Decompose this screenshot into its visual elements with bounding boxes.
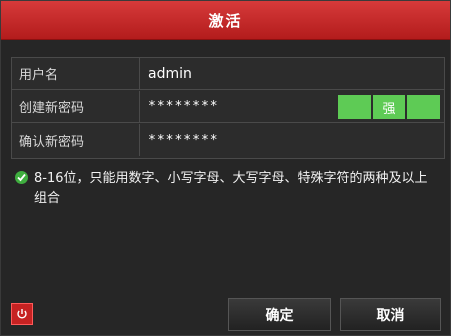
password-hint-text: 8-16位，只能用数字、小写字母、大写字母、特殊字符的两种及以上组合 <box>34 171 428 206</box>
password-hint: 8-16位，只能用数字、小写字母、大写字母、特殊字符的两种及以上组合 <box>15 169 435 209</box>
activation-dialog: 激活 用户名 admin 创建新密码 ******** 强 确认新密码 ****… <box>0 0 451 336</box>
confirm-password-label: 确认新密码 <box>12 124 140 156</box>
dialog-titlebar: 激活 <box>1 1 450 40</box>
check-circle-icon <box>15 171 28 184</box>
power-button[interactable] <box>11 303 33 325</box>
username-label: 用户名 <box>12 58 140 89</box>
activation-form: 用户名 admin 创建新密码 ******** 强 确认新密码 *******… <box>11 57 445 159</box>
new-password-row: 创建新密码 ******** 强 <box>12 91 444 123</box>
power-icon <box>17 309 27 319</box>
confirm-password-row: 确认新密码 ******** <box>12 124 444 156</box>
strength-segment-1 <box>338 95 371 119</box>
cancel-button[interactable]: 取消 <box>340 298 441 331</box>
username-row: 用户名 admin <box>12 58 444 90</box>
confirm-password-field[interactable]: ******** <box>140 124 444 156</box>
username-field[interactable]: admin <box>140 58 444 89</box>
dialog-footer: 确定 取消 <box>1 291 450 336</box>
password-strength-meter: 强 <box>338 95 441 119</box>
strength-segment-3 <box>407 95 441 119</box>
new-password-label: 创建新密码 <box>12 91 140 122</box>
dialog-title: 激活 <box>208 11 243 30</box>
strength-label: 强 <box>372 95 406 119</box>
ok-button[interactable]: 确定 <box>228 298 331 331</box>
